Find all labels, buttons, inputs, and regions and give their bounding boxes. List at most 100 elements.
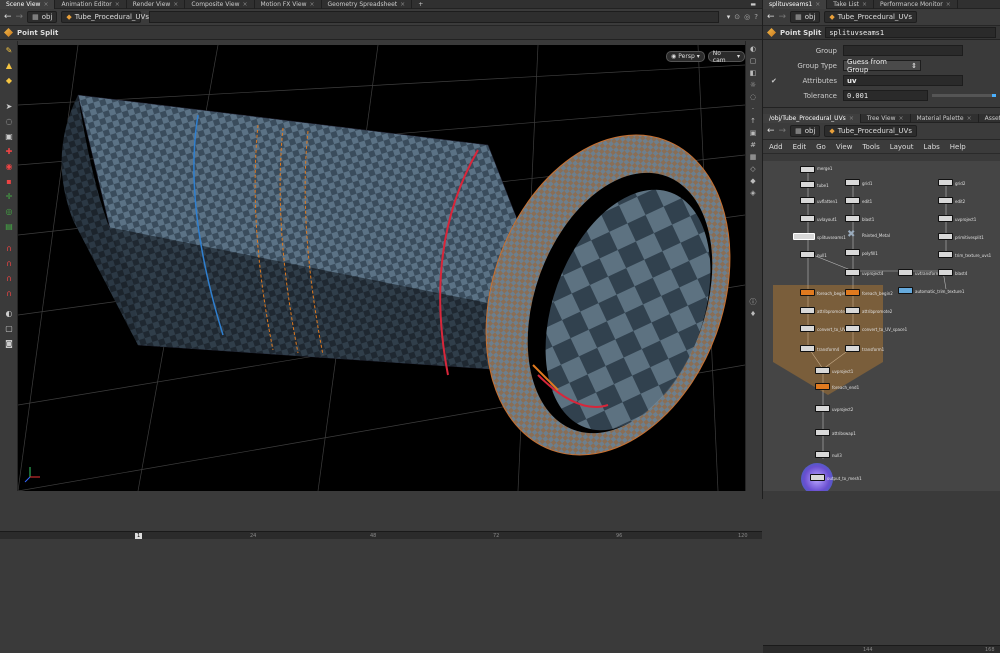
network-node[interactable]	[845, 325, 860, 332]
scale-handle-icon[interactable]: ▪	[2, 175, 16, 187]
uv-icon[interactable]: ▤	[2, 220, 16, 232]
menu-view[interactable]: View	[836, 143, 853, 151]
close-icon[interactable]: ×	[849, 114, 854, 123]
network-node[interactable]	[845, 197, 860, 204]
network-node[interactable]	[800, 166, 815, 173]
tab-render-view[interactable]: Render View ×	[127, 0, 186, 9]
back-arrow-icon[interactable]: ←	[4, 12, 12, 22]
close-icon[interactable]: ×	[310, 0, 315, 9]
magnet-icon[interactable]: ∩	[2, 242, 16, 254]
menu-layout[interactable]: Layout	[890, 143, 914, 151]
shading-icon[interactable]: ◐	[748, 44, 758, 53]
tolerance-slider[interactable]	[932, 94, 996, 97]
rotate-handle-icon[interactable]: ◉	[2, 160, 16, 172]
network-node[interactable]	[815, 367, 830, 374]
network-node[interactable]	[898, 269, 913, 276]
help-icon[interactable]: ?	[754, 13, 758, 21]
pane-menu-icon[interactable]: ▬	[744, 0, 762, 9]
network-node[interactable]	[845, 345, 860, 352]
tab-asset-browser[interactable]: Asset Browser	[979, 114, 1000, 123]
pin-icon[interactable]: ⊙	[734, 13, 740, 21]
network-node[interactable]	[800, 307, 815, 314]
display-options-icon[interactable]: ◧	[748, 68, 758, 77]
path-node-button[interactable]: ◆ Tube_Procedural_UVs	[824, 11, 917, 23]
persp-menu[interactable]: ◉ Persp ▾	[666, 51, 705, 62]
attributes-field[interactable]: uv	[843, 75, 963, 86]
network-node[interactable]	[938, 269, 953, 276]
brush-icon[interactable]: ▲	[2, 59, 16, 71]
light-icon[interactable]: ☼	[748, 80, 758, 89]
close-icon[interactable]: ×	[862, 0, 867, 9]
menu-help[interactable]: Help	[950, 143, 966, 151]
template-icon[interactable]: ◆	[748, 176, 758, 185]
tab-geometry-spreadsheet[interactable]: Geometry Spreadsheet ×	[322, 0, 413, 9]
network-node[interactable]	[800, 197, 815, 204]
vis-icon[interactable]: ◈	[748, 188, 758, 197]
tab-performance-monitor[interactable]: Performance Monitor ×	[874, 0, 958, 9]
network-node[interactable]	[810, 474, 825, 481]
snapshot-icon[interactable]: ▣	[748, 128, 758, 137]
network-node[interactable]	[800, 251, 815, 258]
path-context-button[interactable]: ▦ obj	[790, 11, 821, 23]
camera-icon[interactable]: ◙	[2, 337, 16, 349]
arrow-cursor-icon[interactable]: ➤	[2, 100, 16, 112]
timeline-ruler-left[interactable]: 1 24 48 72 96 120	[0, 531, 762, 539]
view-tool-icon[interactable]: ◐	[2, 307, 16, 319]
close-icon[interactable]: ×	[115, 0, 120, 9]
network-node[interactable]	[845, 249, 860, 256]
tab-animation-editor[interactable]: Animation Editor ×	[55, 0, 127, 9]
network-node[interactable]	[800, 181, 815, 188]
tab-composite-view[interactable]: Composite View ×	[185, 0, 255, 9]
menu-labs[interactable]: Labs	[924, 143, 940, 151]
3d-viewport[interactable]: ◉ Persp ▾ No cam ▾	[18, 45, 745, 491]
grid-icon[interactable]: #	[748, 140, 758, 149]
network-node[interactable]	[815, 429, 830, 436]
tab-motion-fx-view[interactable]: Motion FX View ×	[255, 0, 322, 9]
close-icon[interactable]: ×	[946, 0, 951, 9]
close-icon[interactable]: ×	[899, 114, 904, 123]
network-node[interactable]	[938, 251, 953, 258]
network-node[interactable]	[938, 197, 953, 204]
tab-network-editor[interactable]: /obj/Tube_Procedural_UVs ×	[763, 113, 861, 123]
forward-arrow-icon[interactable]: →	[779, 12, 787, 22]
network-node[interactable]	[800, 215, 815, 222]
uv-display-icon[interactable]: ▦	[748, 152, 758, 161]
dropdown-icon[interactable]: ▾	[727, 13, 731, 21]
path-node-button[interactable]: ◆ Tube_Procedural_UVs	[824, 125, 917, 137]
timeline-ruler-right[interactable]: 144 168	[763, 645, 1000, 653]
select-tool-icon[interactable]: ✎	[2, 44, 16, 56]
tab-tree-view[interactable]: Tree View ×	[861, 113, 911, 123]
network-node[interactable]	[815, 451, 830, 458]
group-type-select[interactable]: Guess from Group ⇕	[843, 58, 921, 74]
close-icon[interactable]: ×	[43, 0, 48, 9]
close-icon[interactable]: ×	[967, 114, 972, 123]
material-node-icon[interactable]: ✖	[847, 229, 855, 240]
magnet-grid-icon[interactable]: ∩	[2, 257, 16, 269]
close-icon[interactable]: ×	[243, 0, 248, 9]
tab-material-palette[interactable]: Material Palette ×	[911, 113, 979, 123]
network-canvas[interactable]: merge1 tube1 uvflatten1 uvlayout1 splitu…	[763, 161, 1000, 491]
network-node[interactable]	[938, 215, 953, 222]
render-region-icon[interactable]: ▢	[2, 322, 16, 334]
network-node[interactable]	[938, 179, 953, 186]
tab-parameters[interactable]: splituvseams1 ×	[763, 0, 828, 9]
network-node[interactable]	[800, 289, 815, 296]
close-icon[interactable]: ×	[400, 0, 405, 9]
frame-marker[interactable]: 1	[135, 533, 143, 539]
lock-icon[interactable]: ▣	[2, 130, 16, 142]
add-tab-button[interactable]: +	[412, 0, 429, 9]
move-handle-icon[interactable]: ✚	[2, 145, 16, 157]
guide-icon[interactable]: ◇	[748, 164, 758, 173]
path-node-button[interactable]: ◆ Tube_Procedural_UVs	[61, 11, 149, 23]
path-context-button[interactable]: ▦ obj	[790, 125, 821, 137]
node-name-field[interactable]: splituvseams1	[825, 27, 996, 38]
network-node[interactable]	[845, 179, 860, 186]
paint-icon[interactable]: ◆	[2, 74, 16, 86]
close-icon[interactable]: ×	[173, 0, 178, 9]
network-node[interactable]	[845, 269, 860, 276]
back-arrow-icon[interactable]: ←	[767, 126, 775, 136]
network-node[interactable]	[800, 345, 815, 352]
network-node[interactable]	[815, 383, 830, 390]
forward-arrow-icon[interactable]: →	[779, 126, 787, 136]
back-arrow-icon[interactable]: ←	[767, 12, 775, 22]
